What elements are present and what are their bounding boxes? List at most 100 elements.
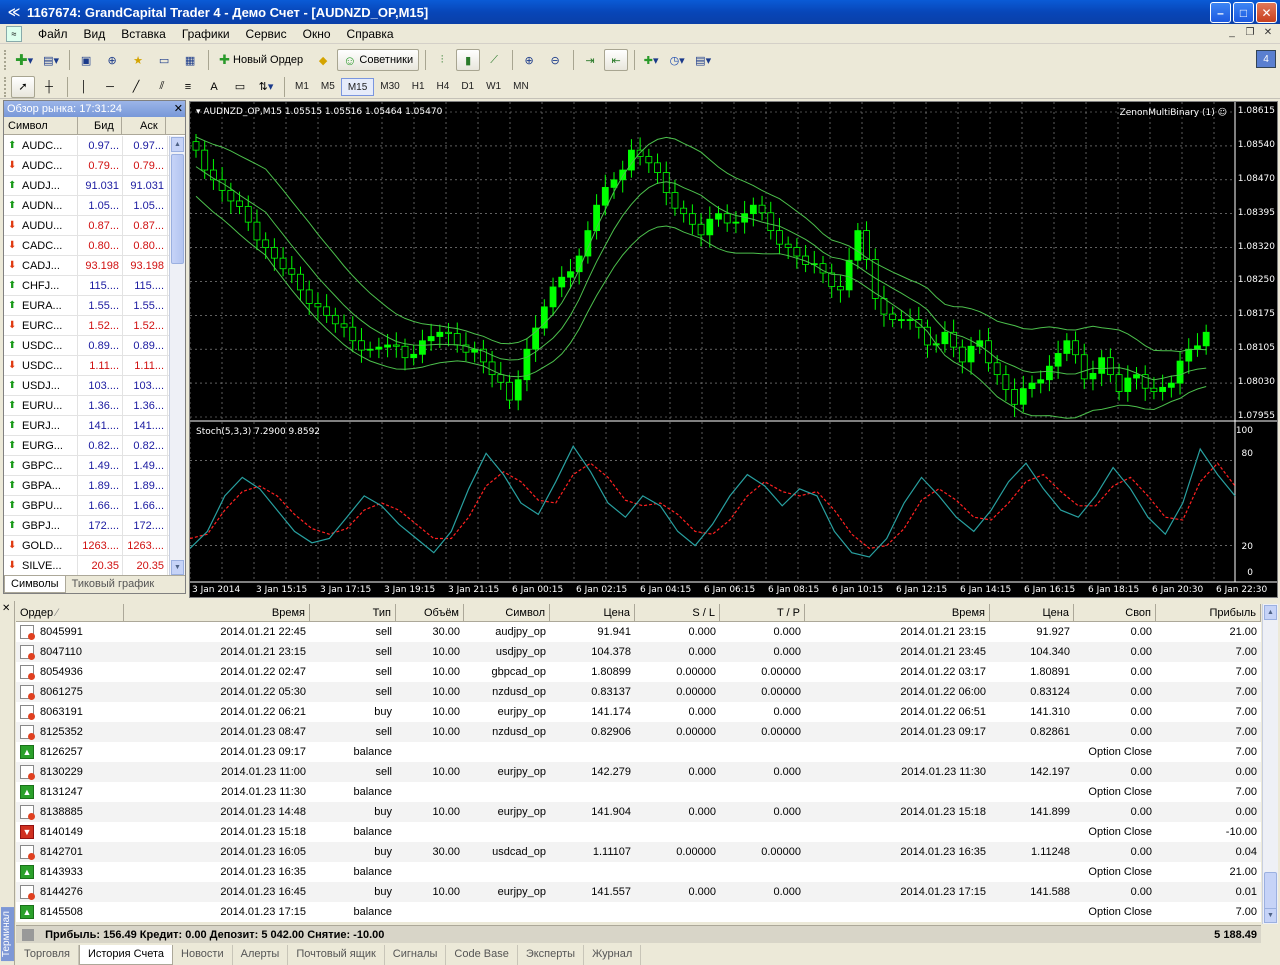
list-item[interactable]: ⬆ GBPJ... 172.... 172.... [4,515,169,536]
bar-chart-button[interactable]: ⫶ [430,49,454,71]
horizontal-line-tool[interactable]: ─ [98,76,122,98]
swap-column-header[interactable]: Своп [1074,604,1156,621]
time-column-header[interactable]: Время [124,604,310,621]
zoom-in-button[interactable]: ⊕ [517,49,541,71]
menu-window[interactable]: Окно [295,27,339,41]
price-chart[interactable]: ▾ AUDNZD_OP,M15 1.05515 1.05516 1.05464 … [189,101,1278,598]
list-item[interactable]: ⬇ AUDC... 0.79... 0.79... [4,155,169,176]
list-item[interactable]: ⬆ EURU... 1.36... 1.36... [4,395,169,416]
zoom-out-button[interactable]: ⊖ [543,49,567,71]
symbol-column-header[interactable]: Символ [4,117,78,134]
tab-alerts[interactable]: Алерты [233,945,289,965]
ask-column-header[interactable]: Аск [122,117,166,134]
list-item[interactable]: ⬆ GBPA... 1.89... 1.89... [4,475,169,496]
menu-charts[interactable]: Графики [174,27,238,41]
list-item[interactable]: ⬆ GBPC... 1.49... 1.49... [4,455,169,476]
close-button[interactable]: ✕ [1256,2,1277,23]
list-item[interactable]: ⬇ AUDU... 0.87... 0.87... [4,215,169,236]
market-watch-close-icon[interactable]: ✕ [174,101,183,117]
menu-file[interactable]: Файл [30,27,76,41]
tester-button[interactable]: ▦ [178,49,202,71]
indicators-button[interactable]: ✚ ▾ [639,49,663,71]
table-row[interactable]: 8138885 2014.01.23 14:48 buy 10.00 eurjpy_op… [16,802,1261,822]
bid-column-header[interactable]: Бид [78,117,122,134]
timeframe-h4[interactable]: H4 [431,78,456,96]
timeframe-mn[interactable]: MN [507,78,535,96]
list-item[interactable]: ⬇ EURC... 1.52... 1.52... [4,315,169,336]
tab-journal[interactable]: Журнал [584,945,642,965]
channel-tool[interactable]: ⫽ [150,76,174,98]
timeframe-m15[interactable]: M15 [340,77,375,96]
symbol-column-header[interactable]: Символ [464,604,550,621]
timeframe-d1[interactable]: D1 [455,78,480,96]
tab-account-history[interactable]: История Счета [78,945,174,965]
terminal-scrollbar[interactable]: ▲ ▼ [1262,604,1278,924]
table-row[interactable]: 8130229 2014.01.23 11:00 sell 10.00 eurjpy_o… [16,762,1261,782]
text-tool[interactable]: A [202,76,226,98]
tab-symbols[interactable]: Символы [4,576,66,593]
profit-column-header[interactable]: Прибыль [1156,604,1261,621]
timeframe-h1[interactable]: H1 [406,78,431,96]
crosshair-tool[interactable]: ┼ [37,76,61,98]
type-column-header[interactable]: Тип [310,604,396,621]
close-price-column-header[interactable]: Цена [990,604,1074,621]
tab-experts[interactable]: Эксперты [518,945,585,965]
info-badge[interactable]: 4 [1256,50,1276,68]
timeframe-m5[interactable]: M5 [315,78,341,96]
tab-trade[interactable]: Торговля [16,945,79,965]
timeframe-m1[interactable]: M1 [289,78,315,96]
line-chart-button[interactable]: ⟋ [482,49,506,71]
table-row[interactable]: ▲ 8143933 2014.01.23 16:35 balance Option Cl… [16,862,1261,882]
chart-shift-button[interactable]: ⇤ [604,49,629,71]
chart-restore-button[interactable]: ❐ [1242,26,1258,40]
menu-insert[interactable]: Вставка [113,27,174,41]
chart-window-icon[interactable]: ≈ [6,25,22,42]
sl-column-header[interactable]: S / L [635,604,720,621]
timeframe-w1[interactable]: W1 [480,78,507,96]
list-item[interactable]: ⬇ CADJ... 93.198 93.198 [4,255,169,276]
tp-column-header[interactable]: T / P [720,604,805,621]
terminal-close-icon[interactable]: ✕ [2,603,10,614]
list-item[interactable]: ⬆ AUDJ... 91.031 91.031 [4,175,169,196]
metaeditor-button[interactable]: ◆ [311,49,335,71]
table-row[interactable]: 8144276 2014.01.23 16:45 buy 10.00 eurjpy_op… [16,882,1261,902]
candlestick-button[interactable]: ▮ [456,49,481,71]
timeframe-m30[interactable]: M30 [374,78,405,96]
list-item[interactable]: ⬆ EURA... 1.55... 1.55... [4,295,169,316]
chart-close-button[interactable]: ✕ [1260,26,1276,40]
new-order-button[interactable]: ✚ Новый Ордер [213,49,309,71]
tab-mailbox[interactable]: Почтовый ящик [288,945,385,965]
minimize-button[interactable]: – [1210,2,1231,23]
profiles-button[interactable]: ▤ ▾ [39,49,63,71]
menu-help[interactable]: Справка [339,27,402,41]
list-item[interactable]: ⬇ CADC... 0.80... 0.80... [4,235,169,256]
expert-advisors-button[interactable]: ☺ Советники [337,49,420,71]
scroll-down-icon[interactable]: ▼ [171,560,184,575]
table-row[interactable]: ▲ 8131247 2014.01.23 11:30 balance Option Cl… [16,782,1261,802]
list-item[interactable]: ⬆ CHFJ... 115.... 115.... [4,275,169,296]
data-window-button[interactable]: ⊕ [100,49,124,71]
table-row[interactable]: ▲ 8145508 2014.01.23 17:15 balance Option Cl… [16,902,1261,922]
tab-news[interactable]: Новости [173,945,233,965]
label-tool[interactable]: ▭ [228,76,252,98]
list-item[interactable]: ⬇ SILVE... 20.35 20.35 [4,555,169,576]
table-row[interactable]: 8142701 2014.01.23 16:05 buy 30.00 usdcad_op… [16,842,1261,862]
vertical-line-tool[interactable]: │ [72,76,96,98]
new-chart-button[interactable]: ✚ ▾ [11,49,37,71]
cursor-tool[interactable]: ➚ [11,75,35,98]
table-row[interactable]: 8045991 2014.01.21 22:45 sell 30.00 audjpy_o… [16,622,1261,642]
periods-button[interactable]: ◷ ▾ [665,49,689,71]
list-item[interactable]: ⬆ GBPU... 1.66... 1.66... [4,495,169,516]
table-row[interactable]: ▲ 8126257 2014.01.23 09:17 balance Option Cl… [16,742,1261,762]
list-item[interactable]: ⬆ AUDC... 0.97... 0.97... [4,135,169,156]
market-watch-scrollbar[interactable]: ▲ ▼ [169,136,185,576]
list-item[interactable]: ⬇ GOLD... 1263.... 1263.... [4,535,169,556]
table-row[interactable]: 8061275 2014.01.22 05:30 sell 10.00 nzdusd_o… [16,682,1261,702]
arrows-tool[interactable]: ⇅ ▾ [254,76,278,98]
chart-canvas[interactable] [190,102,1278,598]
list-item[interactable]: ⬆ USDC... 0.89... 0.89... [4,335,169,356]
tab-tick-chart[interactable]: Тиковый график [66,576,161,593]
list-item[interactable]: ⬇ USDC... 1.11... 1.11... [4,355,169,376]
tab-code-base[interactable]: Code Base [446,945,518,965]
scroll-up-icon[interactable]: ▲ [1264,605,1277,620]
